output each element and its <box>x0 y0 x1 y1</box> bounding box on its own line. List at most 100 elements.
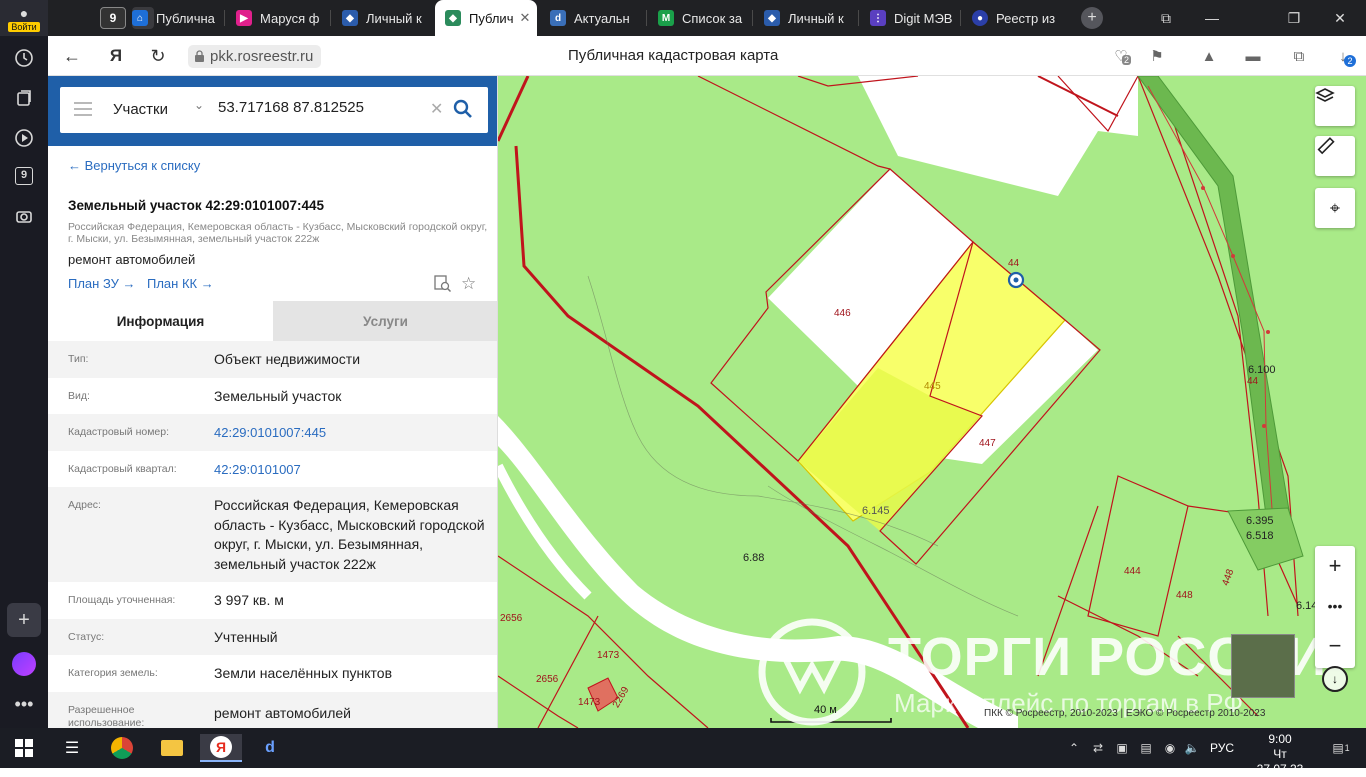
back-to-list-link[interactable]: ← Вернуться к списку <box>68 158 200 173</box>
task-view-icon[interactable]: ☰ <box>58 734 86 762</box>
layers-icon[interactable] <box>1315 86 1355 126</box>
back-arrow-icon[interactable]: ← <box>58 42 86 70</box>
tab-item[interactable]: ◆ Личный к <box>754 0 858 36</box>
map-label: 2656 <box>500 613 523 624</box>
alice-icon[interactable] <box>0 644 48 684</box>
more-icon[interactable]: ••• <box>0 684 48 724</box>
search-icon[interactable] <box>453 99 473 119</box>
network-icon[interactable]: ▤ <box>1138 740 1154 756</box>
green-strip <box>1137 76 1291 532</box>
file-explorer-icon[interactable] <box>158 734 186 762</box>
tabs-icon[interactable]: ▬ <box>1242 45 1264 67</box>
map-label: 6.395 <box>1246 515 1274 527</box>
rosreestr-icon: ◆ <box>764 10 780 26</box>
ruler-icon[interactable] <box>1315 136 1355 176</box>
zoom-in-button[interactable]: + <box>1315 546 1355 586</box>
reading-icon[interactable]: ⧉ <box>1288 45 1310 67</box>
cadastral-map[interactable]: 446 445 447 44 44 6.100 6.145 6.88 6.395… <box>498 76 1366 728</box>
close-window-icon[interactable]: ✕ <box>1320 0 1360 36</box>
plan-kk-link[interactable]: План КК → <box>147 276 214 291</box>
yandex-logo-icon[interactable]: Я <box>102 42 130 70</box>
tab-item[interactable]: ▶ Маруся ф <box>226 0 326 36</box>
search-type-select[interactable]: Участки <box>113 101 168 118</box>
history-icon[interactable] <box>0 38 48 78</box>
map-label: 446 <box>834 308 851 319</box>
info-row: Кадастровый номер: 42:29:0101007:445 <box>48 414 497 451</box>
tab-item[interactable]: ⌂ Публична <box>122 0 222 36</box>
zoom-controls: + ••• − <box>1315 546 1355 668</box>
tab-item[interactable]: M Список за <box>648 0 752 36</box>
info-row: Статус: Учтенный <box>48 618 497 655</box>
locate-icon[interactable]: ⌖ <box>1315 188 1355 228</box>
yandex-browser-icon[interactable]: Я <box>200 734 242 762</box>
tab-item[interactable]: d Актуальн <box>540 0 644 36</box>
screenshot-icon[interactable] <box>0 196 48 236</box>
map-label: 448 <box>1176 590 1193 601</box>
compass-icon[interactable]: ↓ <box>1322 666 1348 692</box>
map-label: 447 <box>979 438 996 449</box>
minimize-icon[interactable]: — <box>1192 0 1232 36</box>
tabs-collection-icon[interactable]: ⧉ <box>1146 0 1186 36</box>
collections-icon[interactable] <box>0 78 48 118</box>
tray-app-icon[interactable]: ▣ <box>1114 740 1130 756</box>
url-field[interactable]: pkk.rosreestr.ru <box>188 45 322 68</box>
extension-icon[interactable]: ▲ <box>1198 45 1220 67</box>
panel-tabs: Информация Услуги <box>48 301 497 341</box>
map-label: 444 <box>1124 566 1141 577</box>
download-icon[interactable]: ↓ 2 <box>1332 45 1356 67</box>
search-input[interactable] <box>218 99 428 116</box>
map-label: 2656 <box>536 674 559 685</box>
notifications-icon[interactable]: ▤ 1 <box>1328 740 1354 756</box>
windows-start-icon[interactable] <box>10 734 38 762</box>
zoom-out-button[interactable]: − <box>1315 626 1355 666</box>
lock-icon <box>195 50 204 62</box>
protect-icon[interactable]: ♡ 2 <box>1110 45 1132 67</box>
microphone-icon[interactable]: ◉ <box>1162 740 1178 756</box>
clock[interactable]: 9:00 Чт 27.07.23 <box>1255 732 1305 777</box>
search-box: Участки ⌄ ✕ <box>60 87 488 133</box>
map-label: 6.88 <box>743 552 765 564</box>
tab-item[interactable]: ◆ Личный к <box>332 0 432 36</box>
satellite-minimap[interactable] <box>1231 634 1295 698</box>
tab-services[interactable]: Услуги <box>273 301 497 341</box>
map-label: 6.100 <box>1248 364 1276 376</box>
close-tab-icon[interactable]: ✕ <box>519 10 530 26</box>
login-button[interactable]: ● Войти <box>0 0 48 36</box>
cadastral-number-link[interactable]: 42:29:0101007:445 <box>214 414 497 451</box>
chrome-icon[interactable] <box>108 734 136 762</box>
zoom-to-object-icon[interactable] <box>434 275 452 293</box>
tab-item[interactable]: ⋮ Digit МЭВ <box>860 0 960 36</box>
plan-zu-link[interactable]: План ЗУ → <box>68 276 136 291</box>
plus-icon: + <box>7 603 41 637</box>
parcel-title: Земельный участок 42:29:0101007:445 <box>68 198 325 213</box>
restore-icon[interactable]: ❐ <box>1274 0 1314 36</box>
site-icon: d <box>550 10 566 26</box>
more-zoom-icon[interactable]: ••• <box>1315 586 1355 626</box>
language-indicator[interactable]: РУС <box>1210 741 1234 755</box>
video-icon[interactable] <box>0 118 48 158</box>
tab-information[interactable]: Информация <box>48 301 273 341</box>
tab-item-active[interactable]: ◆ Публич ✕ <box>435 0 537 36</box>
info-panel: Участки ⌄ ✕ ← Вернуться к списку Земельн… <box>48 76 498 728</box>
favorite-star-icon[interactable]: ☆ <box>461 274 476 294</box>
tray-chevron-icon[interactable]: ⌃ <box>1066 740 1082 756</box>
cadastral-quarter-link[interactable]: 42:29:0101007 <box>214 451 497 488</box>
map-label: 1473 <box>597 650 620 661</box>
menu-icon[interactable] <box>74 102 92 116</box>
info-row: Кадастровый квартал: 42:29:0101007 <box>48 451 497 488</box>
scale-label: 40 м <box>814 704 837 716</box>
app-icon[interactable]: d <box>256 734 284 762</box>
sync-icon[interactable]: ⇄ <box>1090 740 1106 756</box>
bookmark-icon[interactable]: ⚑ <box>1146 45 1168 67</box>
tab-item[interactable]: ● Реестр из <box>962 0 1070 36</box>
volume-icon[interactable]: 🔈 <box>1184 740 1200 756</box>
info-row: Вид: Земельный участок <box>68 387 342 404</box>
close-icon[interactable]: ✕ <box>430 99 443 119</box>
chevron-down-icon[interactable]: ⌄ <box>194 98 204 112</box>
login-label: Войти <box>8 21 40 32</box>
tabs-counter-icon[interactable]: 9 <box>0 156 48 196</box>
rosreestr-icon: ◆ <box>445 10 461 26</box>
reload-icon[interactable]: ↻ <box>144 42 172 70</box>
new-tab-button[interactable]: + <box>1072 0 1112 36</box>
add-panel-button[interactable]: + <box>0 600 48 640</box>
